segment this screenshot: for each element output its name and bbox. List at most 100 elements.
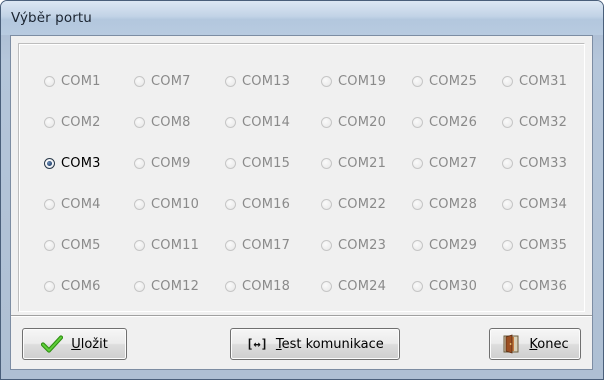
dialog-client-area: COM1 COM2 COM3 COM4 COM5 COM6 COM7 COM8 COM9 COM1…	[10, 35, 593, 370]
port-label: COM3	[61, 155, 101, 171]
radio-button[interactable]	[44, 239, 55, 251]
radio-button[interactable]	[321, 116, 332, 128]
port-radio-com10[interactable]: COM10	[134, 195, 225, 213]
title-bar[interactable]: Výběr portu	[1, 1, 603, 35]
port-label: COM8	[151, 114, 191, 130]
port-label: COM4	[61, 196, 101, 212]
radio-button[interactable]	[502, 116, 513, 128]
port-radio-com24[interactable]: COM24	[321, 277, 412, 295]
radio-button[interactable]	[502, 157, 513, 169]
radio-button[interactable]	[321, 198, 332, 210]
port-radio-com22[interactable]: COM22	[321, 195, 412, 213]
port-radio-com28[interactable]: COM28	[412, 195, 502, 213]
port-radio-com8[interactable]: COM8	[134, 113, 225, 131]
port-radio-com35[interactable]: COM35	[502, 236, 592, 254]
radio-button[interactable]	[134, 280, 145, 292]
port-radio-com6[interactable]: COM6	[44, 277, 134, 295]
test-communication-button[interactable]: [↔] Test komunikace	[230, 328, 400, 360]
port-radio-com13[interactable]: COM13	[225, 72, 321, 90]
port-label: COM20	[338, 114, 387, 130]
port-radio-com32[interactable]: COM32	[502, 113, 592, 131]
check-icon	[41, 335, 64, 353]
radio-button[interactable]	[412, 198, 423, 210]
port-label: COM9	[151, 155, 191, 171]
radio-button[interactable]	[225, 75, 236, 87]
radio-button[interactable]	[225, 198, 236, 210]
port-radio-com27[interactable]: COM27	[412, 154, 502, 172]
port-radio-com9[interactable]: COM9	[134, 154, 225, 172]
port-label: COM35	[519, 237, 568, 253]
radio-button-checked[interactable]	[44, 157, 55, 169]
port-radio-com15[interactable]: COM15	[225, 154, 321, 172]
port-radio-com33[interactable]: COM33	[502, 154, 592, 172]
port-radio-com7[interactable]: COM7	[134, 72, 225, 90]
radio-button[interactable]	[502, 239, 513, 251]
port-radio-com2[interactable]: COM2	[44, 113, 134, 131]
port-radio-com16[interactable]: COM16	[225, 195, 321, 213]
radio-button[interactable]	[412, 75, 423, 87]
port-radio-com26[interactable]: COM26	[412, 113, 502, 131]
radio-button[interactable]	[502, 280, 513, 292]
port-radio-com17[interactable]: COM17	[225, 236, 321, 254]
port-radio-com30[interactable]: COM30	[412, 277, 502, 295]
separator-line	[11, 315, 592, 317]
port-radio-com34[interactable]: COM34	[502, 195, 592, 213]
exit-button[interactable]: Konec	[489, 328, 581, 360]
radio-button[interactable]	[321, 157, 332, 169]
port-label: COM24	[338, 278, 387, 294]
radio-button[interactable]	[134, 116, 145, 128]
port-radio-com23[interactable]: COM23	[321, 236, 412, 254]
port-radio-com36[interactable]: COM36	[502, 277, 592, 295]
radio-button[interactable]	[134, 198, 145, 210]
radio-button[interactable]	[502, 75, 513, 87]
port-radio-com12[interactable]: COM12	[134, 277, 225, 295]
port-label: COM16	[242, 196, 291, 212]
exit-button-label: Konec	[529, 336, 569, 352]
port-radio-com21[interactable]: COM21	[321, 154, 412, 172]
port-radio-com5[interactable]: COM5	[44, 236, 134, 254]
radio-button[interactable]	[412, 239, 423, 251]
port-radio-grid: COM1 COM2 COM3 COM4 COM5 COM6 COM7 COM8 COM9 COM1…	[44, 72, 584, 318]
port-radio-com11[interactable]: COM11	[134, 236, 225, 254]
save-button[interactable]: Uložit	[22, 328, 127, 360]
radio-button[interactable]	[44, 198, 55, 210]
port-label: COM32	[519, 114, 568, 130]
port-radio-group: COM1 COM2 COM3 COM4 COM5 COM6 COM7 COM8 COM9 COM1…	[18, 43, 585, 312]
arrows-icon: [↔]	[246, 337, 268, 351]
radio-button[interactable]	[225, 157, 236, 169]
port-radio-com31[interactable]: COM31	[502, 72, 592, 90]
radio-button[interactable]	[44, 116, 55, 128]
port-label: COM28	[429, 196, 478, 212]
radio-button[interactable]	[412, 157, 423, 169]
radio-button[interactable]	[225, 280, 236, 292]
port-label: COM12	[151, 278, 200, 294]
radio-button[interactable]	[134, 75, 145, 87]
port-radio-com29[interactable]: COM29	[412, 236, 502, 254]
radio-button[interactable]	[321, 239, 332, 251]
port-radio-com20[interactable]: COM20	[321, 113, 412, 131]
port-radio-com18[interactable]: COM18	[225, 277, 321, 295]
port-radio-com19[interactable]: COM19	[321, 72, 412, 90]
port-label: COM34	[519, 196, 568, 212]
radio-button[interactable]	[134, 157, 145, 169]
radio-button[interactable]	[225, 239, 236, 251]
port-radio-com1[interactable]: COM1	[44, 72, 134, 90]
port-radio-com4[interactable]: COM4	[44, 195, 134, 213]
radio-button[interactable]	[44, 280, 55, 292]
radio-button[interactable]	[225, 116, 236, 128]
radio-button[interactable]	[412, 116, 423, 128]
port-label: COM7	[151, 73, 191, 89]
port-label: COM14	[242, 114, 291, 130]
radio-button[interactable]	[321, 75, 332, 87]
radio-button[interactable]	[321, 280, 332, 292]
port-radio-com3[interactable]: COM3	[44, 154, 134, 172]
port-radio-com14[interactable]: COM14	[225, 113, 321, 131]
radio-button[interactable]	[502, 198, 513, 210]
radio-button[interactable]	[412, 280, 423, 292]
port-label: COM29	[429, 237, 478, 253]
port-radio-com25[interactable]: COM25	[412, 72, 502, 90]
radio-button[interactable]	[44, 75, 55, 87]
port-label: COM21	[338, 155, 387, 171]
radio-button[interactable]	[134, 239, 145, 251]
port-label: COM11	[151, 237, 200, 253]
